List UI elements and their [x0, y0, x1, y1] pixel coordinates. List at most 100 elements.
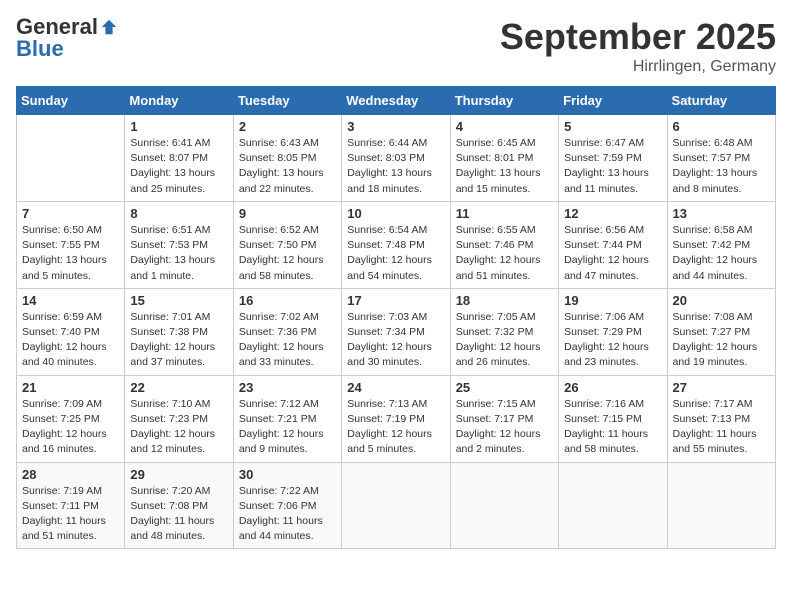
sunrise-label: Sunrise: 7:01 AM: [130, 311, 210, 323]
day-number: 14: [22, 293, 119, 308]
sunset-label: Sunset: 7:23 PM: [130, 413, 208, 425]
day-info: Sunrise: 7:22 AM Sunset: 7:06 PM Dayligh…: [239, 484, 336, 545]
sunrise-label: Sunrise: 6:47 AM: [564, 137, 644, 149]
sunset-label: Sunset: 7:42 PM: [673, 239, 751, 251]
day-info: Sunrise: 7:03 AM Sunset: 7:34 PM Dayligh…: [347, 310, 444, 371]
sunrise-label: Sunrise: 6:55 AM: [456, 224, 536, 236]
logo-blue: Blue: [16, 38, 64, 60]
sunset-label: Sunset: 7:53 PM: [130, 239, 208, 251]
sunrise-label: Sunrise: 6:59 AM: [22, 311, 102, 323]
day-info: Sunrise: 6:41 AM Sunset: 8:07 PM Dayligh…: [130, 136, 227, 197]
day-number: 20: [673, 293, 770, 308]
day-info: Sunrise: 6:55 AM Sunset: 7:46 PM Dayligh…: [456, 223, 553, 284]
sunset-label: Sunset: 7:32 PM: [456, 326, 534, 338]
day-number: 8: [130, 206, 227, 221]
day-info: Sunrise: 6:54 AM Sunset: 7:48 PM Dayligh…: [347, 223, 444, 284]
sunrise-label: Sunrise: 6:56 AM: [564, 224, 644, 236]
sunset-label: Sunset: 8:05 PM: [239, 152, 317, 164]
sunset-label: Sunset: 7:57 PM: [673, 152, 751, 164]
daylight-label: Daylight: 12 hours and 30 minutes.: [347, 341, 432, 368]
day-cell: 10 Sunrise: 6:54 AM Sunset: 7:48 PM Dayl…: [342, 201, 450, 288]
daylight-label: Daylight: 12 hours and 2 minutes.: [456, 428, 541, 455]
sunrise-label: Sunrise: 6:51 AM: [130, 224, 210, 236]
daylight-label: Daylight: 12 hours and 19 minutes.: [673, 341, 758, 368]
logo-general: General: [16, 16, 98, 38]
weekday-header: Thursday: [450, 87, 558, 115]
day-info: Sunrise: 6:52 AM Sunset: 7:50 PM Dayligh…: [239, 223, 336, 284]
sunrise-label: Sunrise: 6:52 AM: [239, 224, 319, 236]
logo: General Blue: [16, 16, 118, 60]
day-cell: 11 Sunrise: 6:55 AM Sunset: 7:46 PM Dayl…: [450, 201, 558, 288]
day-number: 22: [130, 380, 227, 395]
sunrise-label: Sunrise: 7:22 AM: [239, 485, 319, 497]
day-number: 3: [347, 119, 444, 134]
weekday-header: Monday: [125, 87, 233, 115]
sunset-label: Sunset: 7:38 PM: [130, 326, 208, 338]
daylight-label: Daylight: 12 hours and 40 minutes.: [22, 341, 107, 368]
day-info: Sunrise: 7:06 AM Sunset: 7:29 PM Dayligh…: [564, 310, 661, 371]
day-info: Sunrise: 7:16 AM Sunset: 7:15 PM Dayligh…: [564, 397, 661, 458]
daylight-label: Daylight: 13 hours and 18 minutes.: [347, 167, 432, 194]
day-info: Sunrise: 6:47 AM Sunset: 7:59 PM Dayligh…: [564, 136, 661, 197]
sunset-label: Sunset: 7:15 PM: [564, 413, 642, 425]
sunset-label: Sunset: 8:03 PM: [347, 152, 425, 164]
daylight-label: Daylight: 11 hours and 58 minutes.: [564, 428, 648, 455]
day-cell: 29 Sunrise: 7:20 AM Sunset: 7:08 PM Dayl…: [125, 462, 233, 549]
sunrise-label: Sunrise: 7:02 AM: [239, 311, 319, 323]
daylight-label: Daylight: 11 hours and 48 minutes.: [130, 515, 214, 542]
day-cell: 5 Sunrise: 6:47 AM Sunset: 7:59 PM Dayli…: [559, 115, 667, 202]
day-info: Sunrise: 7:10 AM Sunset: 7:23 PM Dayligh…: [130, 397, 227, 458]
day-cell: 24 Sunrise: 7:13 AM Sunset: 7:19 PM Dayl…: [342, 375, 450, 462]
day-info: Sunrise: 7:13 AM Sunset: 7:19 PM Dayligh…: [347, 397, 444, 458]
weekday-header-row: SundayMondayTuesdayWednesdayThursdayFrid…: [17, 87, 776, 115]
sunrise-label: Sunrise: 7:05 AM: [456, 311, 536, 323]
daylight-label: Daylight: 13 hours and 5 minutes.: [22, 254, 107, 281]
daylight-label: Daylight: 13 hours and 11 minutes.: [564, 167, 649, 194]
daylight-label: Daylight: 11 hours and 55 minutes.: [673, 428, 757, 455]
weekday-header: Wednesday: [342, 87, 450, 115]
day-cell: 28 Sunrise: 7:19 AM Sunset: 7:11 PM Dayl…: [17, 462, 125, 549]
daylight-label: Daylight: 13 hours and 25 minutes.: [130, 167, 215, 194]
week-row: 21 Sunrise: 7:09 AM Sunset: 7:25 PM Dayl…: [17, 375, 776, 462]
day-cell: 14 Sunrise: 6:59 AM Sunset: 7:40 PM Dayl…: [17, 288, 125, 375]
page-header: General Blue September 2025 Hirrlingen, …: [16, 16, 776, 76]
day-cell: [342, 462, 450, 549]
day-cell: 7 Sunrise: 6:50 AM Sunset: 7:55 PM Dayli…: [17, 201, 125, 288]
sunset-label: Sunset: 7:36 PM: [239, 326, 317, 338]
sunset-label: Sunset: 7:25 PM: [22, 413, 100, 425]
day-cell: 30 Sunrise: 7:22 AM Sunset: 7:06 PM Dayl…: [233, 462, 341, 549]
sunrise-label: Sunrise: 7:10 AM: [130, 398, 210, 410]
sunset-label: Sunset: 7:40 PM: [22, 326, 100, 338]
day-cell: 3 Sunrise: 6:44 AM Sunset: 8:03 PM Dayli…: [342, 115, 450, 202]
sunset-label: Sunset: 7:08 PM: [130, 500, 208, 512]
day-cell: 18 Sunrise: 7:05 AM Sunset: 7:32 PM Dayl…: [450, 288, 558, 375]
weekday-header: Saturday: [667, 87, 775, 115]
daylight-label: Daylight: 12 hours and 16 minutes.: [22, 428, 107, 455]
sunrise-label: Sunrise: 7:03 AM: [347, 311, 427, 323]
daylight-label: Daylight: 11 hours and 44 minutes.: [239, 515, 323, 542]
day-cell: 4 Sunrise: 6:45 AM Sunset: 8:01 PM Dayli…: [450, 115, 558, 202]
day-cell: 16 Sunrise: 7:02 AM Sunset: 7:36 PM Dayl…: [233, 288, 341, 375]
day-number: 28: [22, 467, 119, 482]
daylight-label: Daylight: 12 hours and 12 minutes.: [130, 428, 215, 455]
sunset-label: Sunset: 7:44 PM: [564, 239, 642, 251]
daylight-label: Daylight: 12 hours and 26 minutes.: [456, 341, 541, 368]
sunrise-label: Sunrise: 6:48 AM: [673, 137, 753, 149]
sunrise-label: Sunrise: 6:54 AM: [347, 224, 427, 236]
week-row: 7 Sunrise: 6:50 AM Sunset: 7:55 PM Dayli…: [17, 201, 776, 288]
day-info: Sunrise: 6:59 AM Sunset: 7:40 PM Dayligh…: [22, 310, 119, 371]
daylight-label: Daylight: 13 hours and 1 minute.: [130, 254, 215, 281]
sunrise-label: Sunrise: 7:15 AM: [456, 398, 536, 410]
day-number: 27: [673, 380, 770, 395]
logo-icon: [100, 18, 118, 36]
day-info: Sunrise: 6:48 AM Sunset: 7:57 PM Dayligh…: [673, 136, 770, 197]
day-info: Sunrise: 6:56 AM Sunset: 7:44 PM Dayligh…: [564, 223, 661, 284]
day-number: 13: [673, 206, 770, 221]
day-cell: [450, 462, 558, 549]
sunset-label: Sunset: 7:19 PM: [347, 413, 425, 425]
day-number: 5: [564, 119, 661, 134]
day-number: 21: [22, 380, 119, 395]
day-number: 24: [347, 380, 444, 395]
day-cell: 6 Sunrise: 6:48 AM Sunset: 7:57 PM Dayli…: [667, 115, 775, 202]
day-number: 18: [456, 293, 553, 308]
